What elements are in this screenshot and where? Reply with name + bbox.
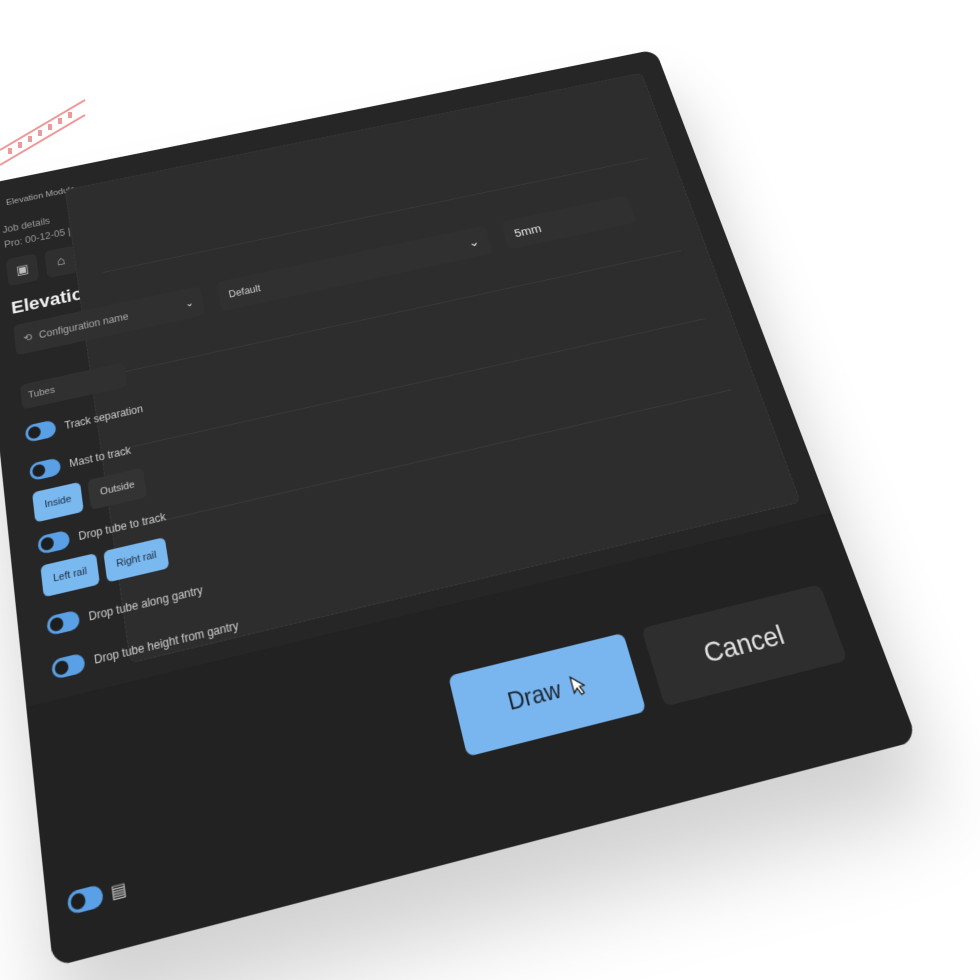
default-value: Default (227, 282, 262, 301)
chevron-down-icon: ⌄ (184, 296, 195, 310)
toggle-switch[interactable] (46, 609, 81, 637)
segment-left-rail[interactable]: Left rail (40, 553, 101, 598)
save-icon[interactable]: ▣ (5, 253, 40, 287)
toggle-switch[interactable] (50, 652, 86, 680)
divider (128, 318, 706, 448)
configuration-dialog: Elevation Module Job details Pro: 00-12-… (0, 49, 918, 968)
info-icon: ▤ (109, 879, 128, 904)
segment-inside[interactable]: Inside (32, 481, 85, 523)
divider (140, 389, 732, 527)
tube-label: Tubes (27, 385, 56, 401)
toggle-switch[interactable] (37, 529, 71, 555)
config-icon: ⟲ (22, 331, 33, 345)
chevron-down-icon: ⌄ (466, 235, 482, 251)
toggle-switch[interactable] (24, 419, 57, 443)
draw-label: Draw (504, 676, 565, 717)
toggle-switch[interactable] (28, 457, 62, 482)
cancel-label: Cancel (699, 619, 789, 669)
scene: Elevation Module Job details Pro: 00-12-… (0, 0, 980, 980)
size-value: 5mm (512, 221, 543, 240)
mouse-pointer-icon (569, 673, 588, 698)
